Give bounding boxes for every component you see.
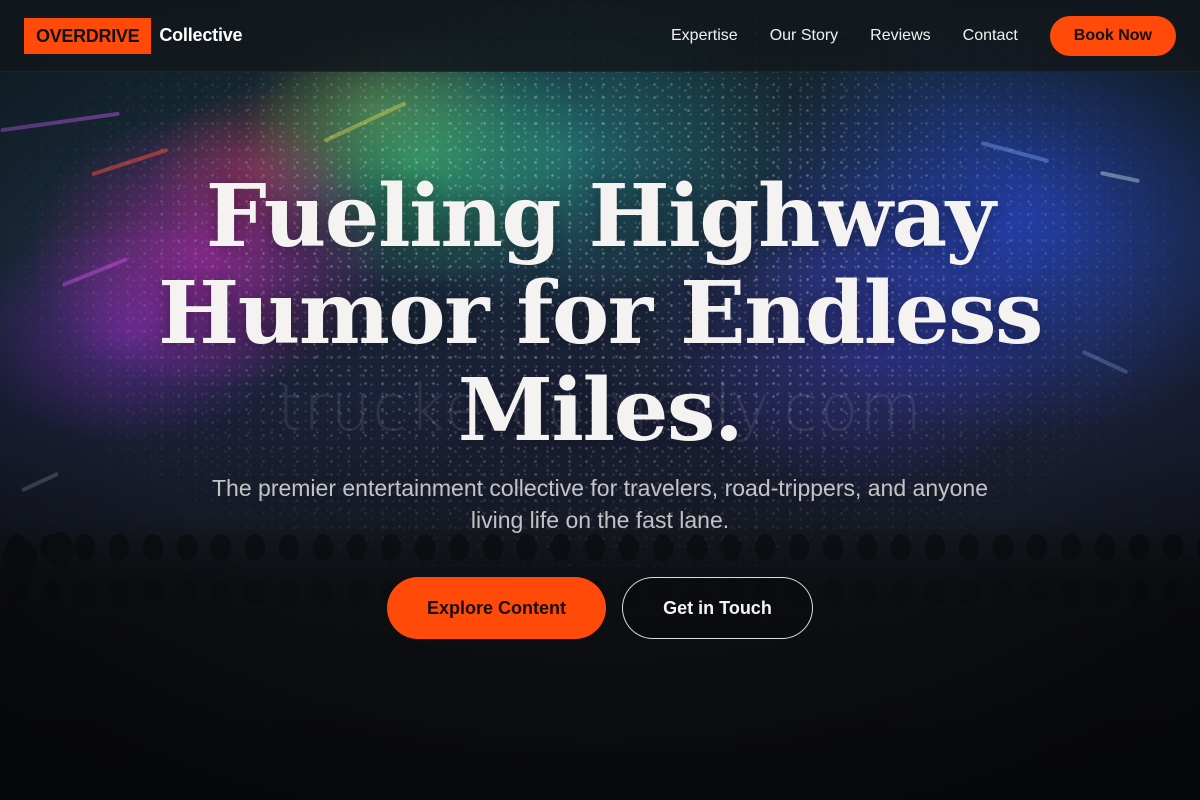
page: truckercomedy.com OVERDRIVE Collective E… [0, 0, 1200, 800]
explore-content-button[interactable]: Explore Content [387, 577, 606, 639]
nav-link-reviews[interactable]: Reviews [870, 27, 930, 45]
main-nav: Expertise Our Story Reviews Contact Book… [639, 15, 1176, 56]
nav-link-our-story[interactable]: Our Story [770, 27, 838, 45]
hero-title-line-1: Fueling Highway [205, 166, 996, 267]
hero-button-row: Explore Content Get in Touch [0, 577, 1200, 639]
hero-subtitle: The premier entertainment collective for… [212, 475, 988, 533]
hero-title-line-2: Humor for Endless [158, 263, 1043, 364]
top-navbar: OVERDRIVE Collective Expertise Our Story… [0, 0, 1200, 72]
nav-link-contact[interactable]: Contact [963, 27, 1018, 45]
brand-logo-link[interactable]: OVERDRIVE Collective [24, 17, 243, 54]
nav-link-expertise[interactable]: Expertise [671, 27, 738, 45]
brand-name: Collective [159, 25, 243, 45]
book-now-button[interactable]: Book Now [1049, 15, 1176, 56]
hero-title-line-3: Miles. [457, 360, 744, 461]
get-in-touch-button[interactable]: Get in Touch [622, 577, 813, 639]
hero-section: Fueling Highway Humor for Endless Miles.… [0, 72, 1200, 800]
brand-badge: OVERDRIVE [24, 17, 152, 54]
hero-title: Fueling Highway Humor for Endless Miles. [100, 168, 1100, 459]
